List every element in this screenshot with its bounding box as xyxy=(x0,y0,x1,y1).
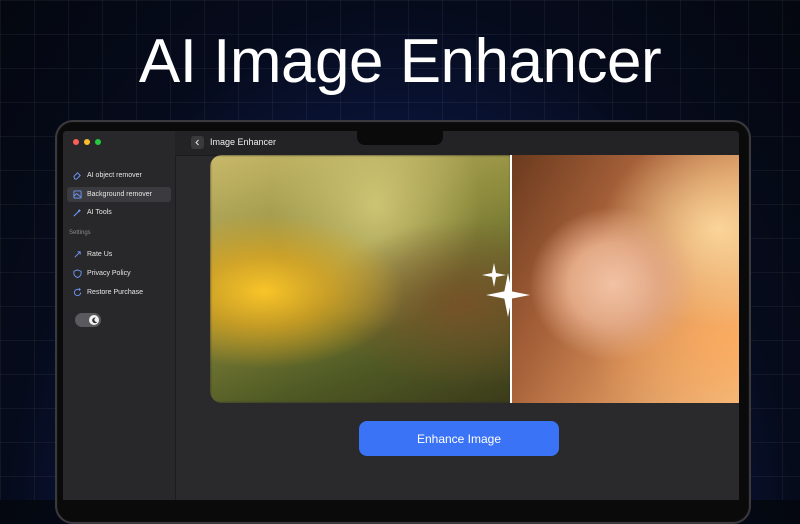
sidebar-item-restore-purchase[interactable]: Restore Purchase xyxy=(67,285,171,300)
sparkle-icon xyxy=(486,273,530,317)
camera-notch xyxy=(357,131,443,145)
close-window-button[interactable] xyxy=(73,139,79,145)
minimize-window-button[interactable] xyxy=(84,139,90,145)
image-icon xyxy=(73,190,82,199)
sidebar: AI object remover Background remover AI … xyxy=(63,131,176,500)
sidebar-item-label: Restore Purchase xyxy=(87,289,144,296)
moon-icon xyxy=(89,315,99,325)
rate-icon xyxy=(73,250,82,259)
comparison-image[interactable] xyxy=(210,155,739,403)
sidebar-item-label: AI Tools xyxy=(87,209,112,216)
sidebar-item-rate-us[interactable]: Rate Us xyxy=(67,247,171,262)
enhance-image-button[interactable]: Enhance Image xyxy=(359,421,559,456)
chevron-left-icon xyxy=(195,139,199,146)
eraser-icon xyxy=(73,171,82,180)
sidebar-item-background-remover[interactable]: Background remover xyxy=(67,187,171,202)
headline: AI Image Enhancer xyxy=(138,27,662,96)
back-button[interactable] xyxy=(191,136,204,149)
sidebar-item-label: Privacy Policy xyxy=(87,270,131,277)
maximize-window-button[interactable] xyxy=(95,139,101,145)
settings-section-label: Settings xyxy=(69,230,91,236)
before-image xyxy=(210,155,511,403)
magic-wand-icon xyxy=(73,208,82,217)
shield-icon xyxy=(73,269,82,278)
toolbar: Image Enhancer xyxy=(175,131,739,156)
restore-icon xyxy=(73,288,82,297)
sidebar-item-label: Background remover xyxy=(87,191,152,198)
sidebar-item-privacy-policy[interactable]: Privacy Policy xyxy=(67,266,171,281)
sidebar-item-label: Rate Us xyxy=(87,251,113,258)
sidebar-item-ai-tools[interactable]: AI Tools xyxy=(67,205,171,220)
window-controls xyxy=(73,139,101,145)
sidebar-item-ai-object-remover[interactable]: AI object remover xyxy=(67,168,171,183)
theme-toggle[interactable] xyxy=(75,313,101,327)
after-image xyxy=(511,155,739,403)
app-window: AI object remover Background remover AI … xyxy=(63,131,739,500)
sidebar-item-label: AI object remover xyxy=(87,172,142,179)
page-title: Image Enhancer xyxy=(210,137,277,147)
